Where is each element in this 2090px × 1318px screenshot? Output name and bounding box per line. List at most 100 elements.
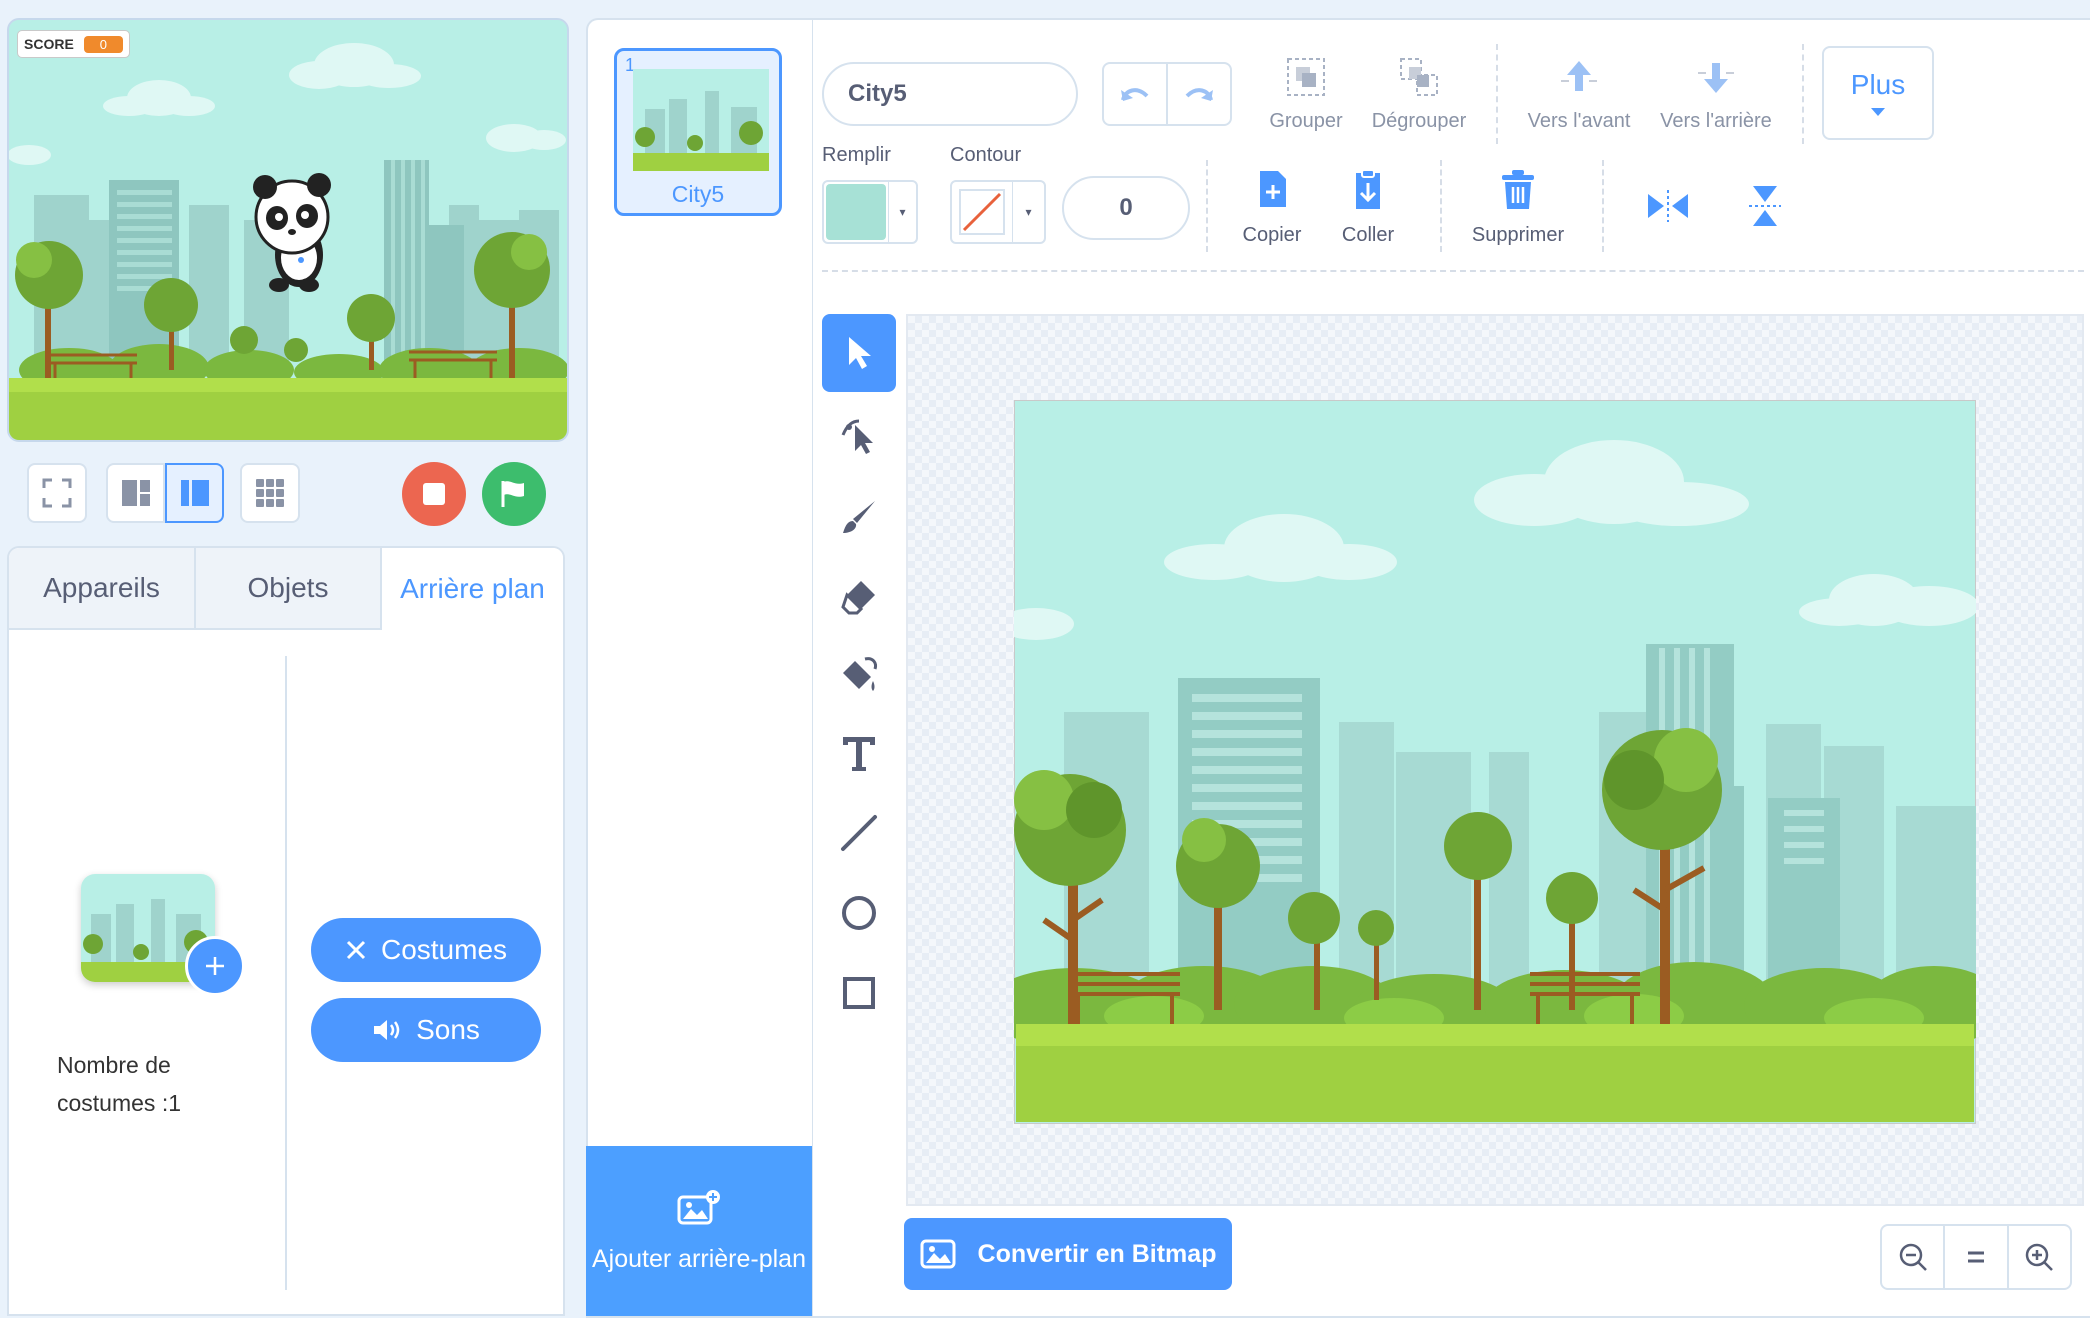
flip-horizontal-button[interactable] [1638,176,1698,236]
zoom-in-button[interactable] [2009,1226,2070,1288]
costume-list: 1 City5 [586,18,814,1318]
paint-bucket-icon [843,657,877,691]
redo-button[interactable] [1168,64,1230,124]
grid-view-button[interactable] [240,463,300,523]
paste-button[interactable]: Coller [1322,166,1414,247]
eraser-icon [841,581,875,615]
redo-icon [1185,88,1213,101]
group-button[interactable]: Grouper [1262,52,1350,133]
score-value: 0 [83,35,124,53]
no-color-icon [959,189,1005,235]
drawing-canvas[interactable] [906,314,2084,1206]
copy-label: Copier [1242,224,1302,246]
brush-tool[interactable] [822,478,896,556]
group-label: Grouper [1269,110,1343,132]
reshape-icon [841,419,873,454]
fill-label: Remplir [822,144,891,166]
rectangle-icon [843,977,875,1009]
eraser-tool[interactable] [822,558,896,636]
small-stage-button[interactable] [106,463,165,523]
copy-button[interactable]: Copier [1226,166,1318,247]
fill-swatch [826,184,886,240]
undo-button[interactable] [1104,64,1168,124]
undo-redo-group [1102,62,1232,126]
convert-to-bitmap-label: Convertir en Bitmap [977,1239,1217,1268]
large-stage-button[interactable] [165,463,224,523]
select-tool[interactable] [822,314,896,392]
zoom-in-icon [2026,1243,2054,1271]
text-icon [843,737,875,771]
fill-color-picker[interactable]: ▾ [822,180,918,244]
fill-tool[interactable] [822,636,896,714]
fullscreen-button[interactable] [27,463,87,523]
reshape-tool[interactable] [822,396,896,474]
sounds-button[interactable]: Sons [311,998,541,1062]
toolbar-separator [1206,160,1208,252]
ungroup-button[interactable]: Dégrouper [1364,52,1474,133]
zoom-controls [1880,1224,2072,1290]
costumes-button[interactable]: Costumes [311,918,541,982]
close-icon [346,940,366,960]
outline-color-picker[interactable]: ▾ [950,180,1046,244]
forward-button[interactable]: Vers l'avant [1518,52,1640,133]
toolbar-divider [822,270,2084,272]
chevron-down-icon: ▾ [888,182,916,242]
circle-tool[interactable] [822,874,896,952]
backward-button[interactable]: Vers l'arrière [1650,52,1782,133]
flip-vertical-button[interactable] [1735,176,1795,236]
stage[interactable]: SCORE 0 [7,18,569,442]
panel-divider [285,656,287,1290]
line-tool[interactable] [822,794,896,872]
green-flag-button[interactable] [482,462,546,526]
green-flag-icon [501,481,524,507]
stop-icon [423,483,445,505]
sprite-panel: Appareils Objets Arrière plan Nombre de … [7,546,565,1316]
zoom-out-button[interactable] [1882,1226,1946,1288]
arrow-up-icon [1561,61,1597,91]
group-icon [1287,58,1325,96]
copy-icon [1260,171,1286,207]
zoom-reset-button[interactable] [1945,1226,2009,1288]
toolbar-separator [1496,44,1498,144]
grid-icon [256,479,284,507]
undo-icon [1121,88,1149,101]
speaker-icon [374,1020,400,1040]
costume-name: City5 [671,181,725,207]
fullscreen-icon [42,478,72,508]
score-monitor[interactable]: SCORE 0 [17,30,131,58]
score-label: SCORE [24,36,74,52]
add-costume-button[interactable] [185,936,245,996]
costumes-button-label: Costumes [380,934,508,965]
arrow-cursor-icon [849,337,871,369]
circle-icon [842,896,876,930]
tab-objets[interactable]: Objets [196,548,382,630]
stop-button[interactable] [402,462,466,526]
outline-width-input[interactable] [1062,176,1190,240]
costume-item[interactable]: 1 City5 [614,48,782,216]
more-button[interactable]: Plus [1822,46,1934,140]
tab-arriere-plan[interactable]: Arrière plan [382,548,563,630]
delete-button[interactable]: Supprimer [1460,166,1576,247]
equals-icon [1967,1251,1984,1263]
toolbar-separator [1440,160,1442,252]
costume-thumbnail-image [633,69,769,171]
add-backdrop-button[interactable]: Ajouter arrière-plan [586,1146,812,1316]
flip-vertical-icon [1749,186,1781,226]
add-backdrop-label: Ajouter arrière-plan [592,1244,806,1273]
backdrop-artwork[interactable] [1014,400,1976,1124]
delete-label: Supprimer [1471,224,1565,246]
toolbar-separator [1602,160,1604,252]
arrow-down-icon [1698,63,1734,93]
costume-name-input[interactable] [822,62,1078,126]
more-label: Plus [1850,69,1906,100]
stage-backdrop [9,20,567,440]
rectangle-tool[interactable] [822,954,896,1032]
ungroup-label: Dégrouper [1371,110,1467,132]
convert-to-bitmap-button[interactable]: Convertir en Bitmap [904,1218,1232,1290]
brush-icon [843,501,875,533]
plus-icon [206,957,224,975]
large-stage-icon [180,480,209,506]
tab-appareils[interactable]: Appareils [9,548,196,630]
add-image-icon [677,1189,720,1224]
text-tool[interactable] [822,714,896,792]
